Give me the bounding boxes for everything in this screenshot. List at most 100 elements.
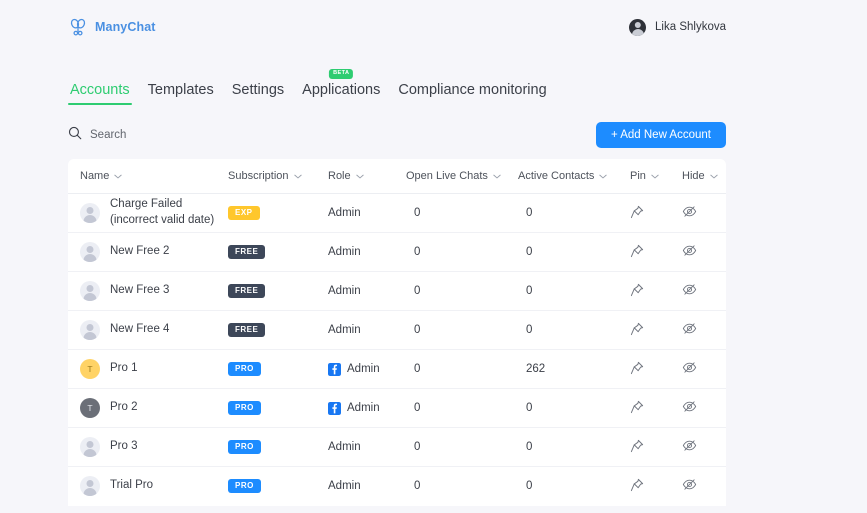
cell-subscription: FREE <box>228 272 328 311</box>
table-row[interactable]: Charge Failed (incorrect valid date)EXP A… <box>68 194 726 233</box>
pin-icon[interactable] <box>630 439 644 453</box>
pin-icon[interactable] <box>630 205 644 219</box>
table-row[interactable]: New Free 3FREEAdmin00 <box>68 272 726 311</box>
tab-compliance-monitoring[interactable]: Compliance monitoring <box>396 82 548 105</box>
table-header-row: Name Subscription Role <box>68 159 726 194</box>
table-row[interactable]: Trial ProPROAdmin00 <box>68 467 726 506</box>
role-label: Admin <box>328 246 361 258</box>
subscription-badge: EXP <box>228 206 260 220</box>
cell-active-contacts: 0 <box>518 389 630 428</box>
cell-role: Admin <box>328 389 406 428</box>
facebook-icon <box>328 402 341 415</box>
account-name: Charge Failed (incorrect valid date) <box>110 197 228 228</box>
cell-hide <box>682 272 726 311</box>
cell-name: Pro 3 <box>68 428 228 467</box>
account-name: New Free 4 <box>110 322 169 338</box>
tab-settings-label: Settings <box>232 82 284 98</box>
tab-templates-label: Templates <box>148 82 214 98</box>
column-header-name-label: Name <box>80 170 109 182</box>
account-name: New Free 3 <box>110 283 169 299</box>
table-row[interactable]: Pro 3PROAdmin00 <box>68 428 726 467</box>
column-header-hide[interactable]: Hide <box>682 159 726 194</box>
role-label: Admin <box>328 285 361 297</box>
tab-settings[interactable]: Settings <box>230 82 286 105</box>
role-label: Admin <box>328 480 361 492</box>
search-input[interactable] <box>90 129 270 141</box>
cell-role: Admin <box>328 311 406 350</box>
cell-name: Trial Pro <box>68 467 228 506</box>
eye-off-icon[interactable] <box>682 243 697 258</box>
cell-role: Admin <box>328 350 406 389</box>
table-row[interactable]: New Free 4FREEAdmin00 <box>68 311 726 350</box>
cell-role: Admin <box>328 194 406 233</box>
eye-off-icon[interactable] <box>682 204 697 219</box>
beta-badge: BETA <box>329 69 353 79</box>
accounts-table: Name Subscription Role <box>68 159 726 506</box>
column-header-pin[interactable]: Pin <box>630 159 682 194</box>
cell-active-contacts: 0 <box>518 467 630 506</box>
brand-name: ManyChat <box>95 20 156 34</box>
eye-off-icon[interactable] <box>682 399 697 414</box>
eye-off-icon[interactable] <box>682 321 697 336</box>
tab-templates[interactable]: Templates <box>146 82 216 105</box>
subscription-badge: PRO <box>228 362 261 376</box>
avatar: T <box>80 359 100 379</box>
column-header-role[interactable]: Role <box>328 159 406 194</box>
cell-active-contacts: 0 <box>518 194 630 233</box>
cell-role: Admin <box>328 233 406 272</box>
pin-icon[interactable] <box>630 400 644 414</box>
cell-pin <box>630 350 682 389</box>
table-body: Charge Failed (incorrect valid date)EXP A… <box>68 194 726 506</box>
tab-compliance-monitoring-label: Compliance monitoring <box>398 82 546 98</box>
subscription-badge: PRO <box>228 479 261 493</box>
cell-hide <box>682 467 726 506</box>
pin-icon[interactable] <box>630 244 644 258</box>
eye-off-icon[interactable] <box>682 360 697 375</box>
chevron-down-icon <box>493 174 501 179</box>
avatar: T <box>80 398 100 418</box>
cell-open-live-chats: 0 <box>406 311 518 350</box>
tab-accounts[interactable]: Accounts <box>68 82 132 105</box>
eye-off-icon[interactable] <box>682 438 697 453</box>
cell-name: New Free 4 <box>68 311 228 350</box>
column-header-name[interactable]: Name <box>68 159 228 194</box>
table-row[interactable]: New Free 2FREEAdmin00 <box>68 233 726 272</box>
user-menu[interactable]: Lika Shlykova <box>629 19 726 36</box>
pin-icon[interactable] <box>630 283 644 297</box>
column-header-active-contacts[interactable]: Active Contacts <box>518 159 630 194</box>
brand-logo[interactable]: ManyChat <box>68 17 156 37</box>
subscription-badge: PRO <box>228 401 261 415</box>
eye-off-icon[interactable] <box>682 477 697 492</box>
cell-open-live-chats: 0 <box>406 350 518 389</box>
column-header-open-live-chats[interactable]: Open Live Chats <box>406 159 518 194</box>
avatar <box>80 203 100 223</box>
cell-open-live-chats: 0 <box>406 272 518 311</box>
add-new-account-button[interactable]: + Add New Account <box>596 122 726 148</box>
role-label: Admin <box>328 207 361 219</box>
tab-applications[interactable]: BETA Applications <box>300 82 382 105</box>
chevron-down-icon <box>599 174 607 179</box>
chevron-down-icon <box>294 174 302 179</box>
column-header-hide-label: Hide <box>682 170 705 182</box>
table-header: Name Subscription Role <box>68 159 726 194</box>
table-row[interactable]: TPro 1PROAdmin0262 <box>68 350 726 389</box>
user-name: Lika Shlykova <box>655 21 726 33</box>
role-label: Admin <box>347 363 380 375</box>
search-icon <box>68 126 82 145</box>
column-header-subscription[interactable]: Subscription <box>228 159 328 194</box>
account-name: Pro 2 <box>110 400 138 416</box>
search-box[interactable] <box>68 126 270 145</box>
manychat-logo-icon <box>68 17 88 37</box>
account-name: Pro 1 <box>110 361 138 377</box>
cell-hide <box>682 389 726 428</box>
pin-icon[interactable] <box>630 478 644 492</box>
main-tabs: Accounts Templates Settings BETA Applica… <box>68 82 549 105</box>
role-label: Admin <box>328 441 361 453</box>
pin-icon[interactable] <box>630 322 644 336</box>
pin-icon[interactable] <box>630 361 644 375</box>
account-name: Pro 3 <box>110 439 138 455</box>
cell-subscription: PRO <box>228 389 328 428</box>
eye-off-icon[interactable] <box>682 282 697 297</box>
table-row[interactable]: TPro 2PROAdmin00 <box>68 389 726 428</box>
cell-role: Admin <box>328 272 406 311</box>
